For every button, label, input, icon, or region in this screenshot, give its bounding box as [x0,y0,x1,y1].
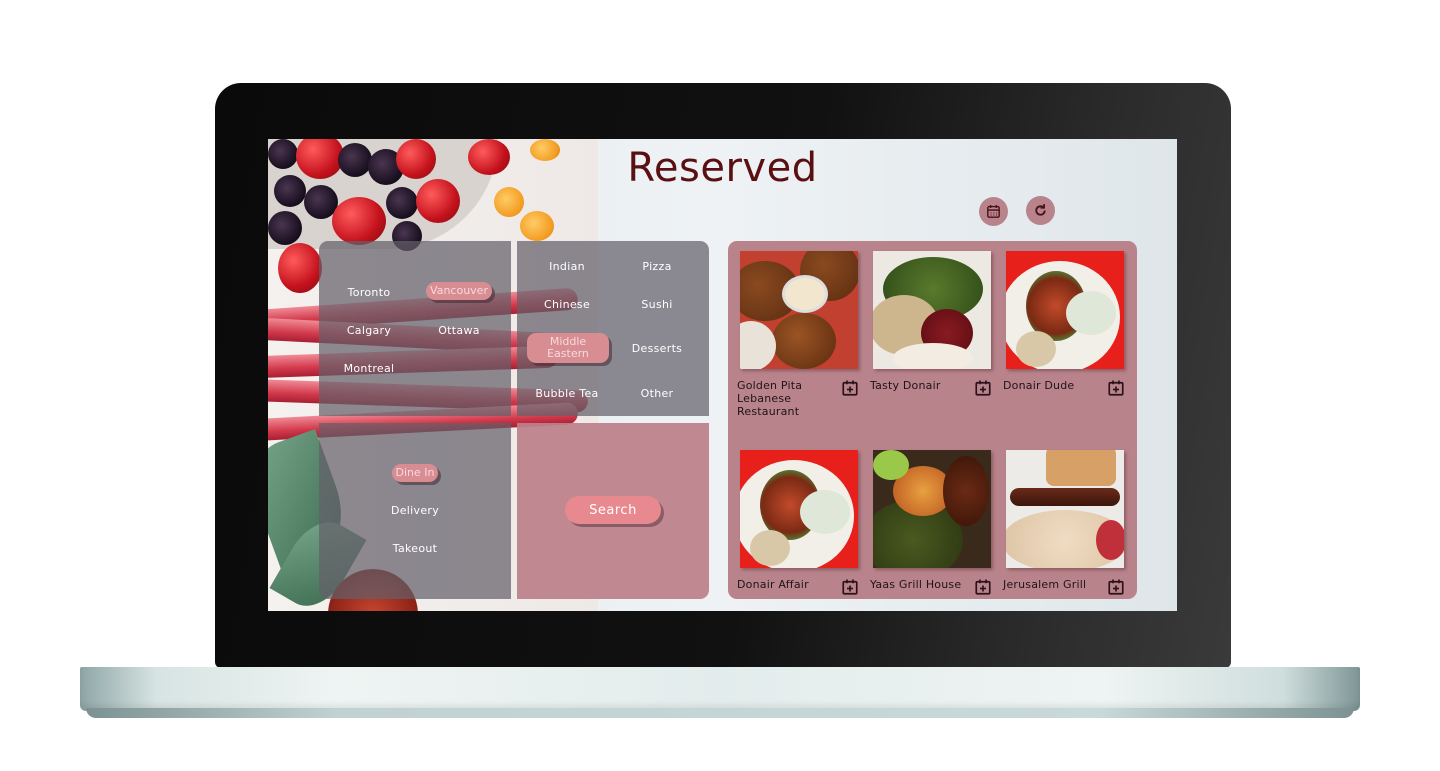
cuisine-option-other[interactable]: Other [607,387,707,400]
laptop-base [80,667,1360,711]
refresh-button[interactable] [1026,196,1055,225]
service-option-dine-in[interactable]: Dine In [392,464,438,482]
cuisine-option-bubble-tea[interactable]: Bubble Tea [517,387,617,400]
restaurant-photo [740,251,858,369]
restaurant-name: Yaas Grill House [870,578,962,591]
results-panel: Golden Pita Lebanese Restaurant Tasty Do… [728,241,1137,599]
restaurant-photo [1006,450,1124,568]
restaurant-card[interactable]: Tasty Donair [870,251,992,396]
calendar-plus-icon[interactable] [1107,379,1125,397]
restaurant-card[interactable]: Jerusalem Grill [1003,450,1125,595]
restaurant-photo [873,251,991,369]
service-option-delivery[interactable]: Delivery [365,504,465,517]
service-option-takeout[interactable]: Takeout [365,542,465,555]
restaurant-name: Golden Pita Lebanese Restaurant [737,379,803,418]
calendar-button[interactable] [979,197,1008,226]
search-button[interactable]: Search [565,496,661,524]
calendar-plus-icon[interactable] [974,379,992,397]
cuisine-option-pizza[interactable]: Pizza [607,260,707,273]
restaurant-photo [873,450,991,568]
city-option-toronto[interactable]: Toronto [319,286,419,299]
city-filter-panel: Toronto Vancouver Calgary Ottawa Montrea… [319,241,511,416]
service-filter-panel: Dine In Delivery Takeout [319,423,511,599]
calendar-plus-icon[interactable] [1107,578,1125,596]
city-option-montreal[interactable]: Montreal [319,362,419,375]
city-option-ottawa[interactable]: Ottawa [409,324,509,337]
calendar-plus-icon[interactable] [841,578,859,596]
restaurant-card[interactable]: Donair Dude [1003,251,1125,396]
restaurant-photo [740,450,858,568]
restaurant-photo [1006,251,1124,369]
restaurant-card[interactable]: Donair Affair [737,450,859,595]
restaurant-name: Donair Dude [1003,379,1075,392]
cuisine-filter-panel: Indian Pizza Chinese Sushi Middle Easter… [517,241,709,416]
calendar-plus-icon[interactable] [841,379,859,397]
app-screen: Reserved Toronto Vancouver Calgary Ottaw… [268,139,1177,611]
cuisine-option-chinese[interactable]: Chinese [517,298,617,311]
restaurant-name: Donair Affair [737,578,809,591]
laptop-base-lip [86,708,1354,718]
cuisine-option-middle-eastern[interactable]: Middle Eastern [527,333,609,363]
refresh-icon [1035,204,1046,216]
city-option-vancouver[interactable]: Vancouver [426,282,492,300]
cuisine-option-desserts[interactable]: Desserts [607,342,707,355]
calendar-icon [987,205,1000,218]
restaurant-name: Jerusalem Grill [1003,578,1087,591]
restaurant-card[interactable]: Golden Pita Lebanese Restaurant [737,251,859,418]
cuisine-option-indian[interactable]: Indian [517,260,617,273]
app-title: Reserved [627,145,818,191]
city-option-calgary[interactable]: Calgary [319,324,419,337]
restaurant-card[interactable]: Yaas Grill House [870,450,992,595]
calendar-plus-icon[interactable] [974,578,992,596]
restaurant-name: Tasty Donair [870,379,941,392]
cuisine-option-sushi[interactable]: Sushi [607,298,707,311]
